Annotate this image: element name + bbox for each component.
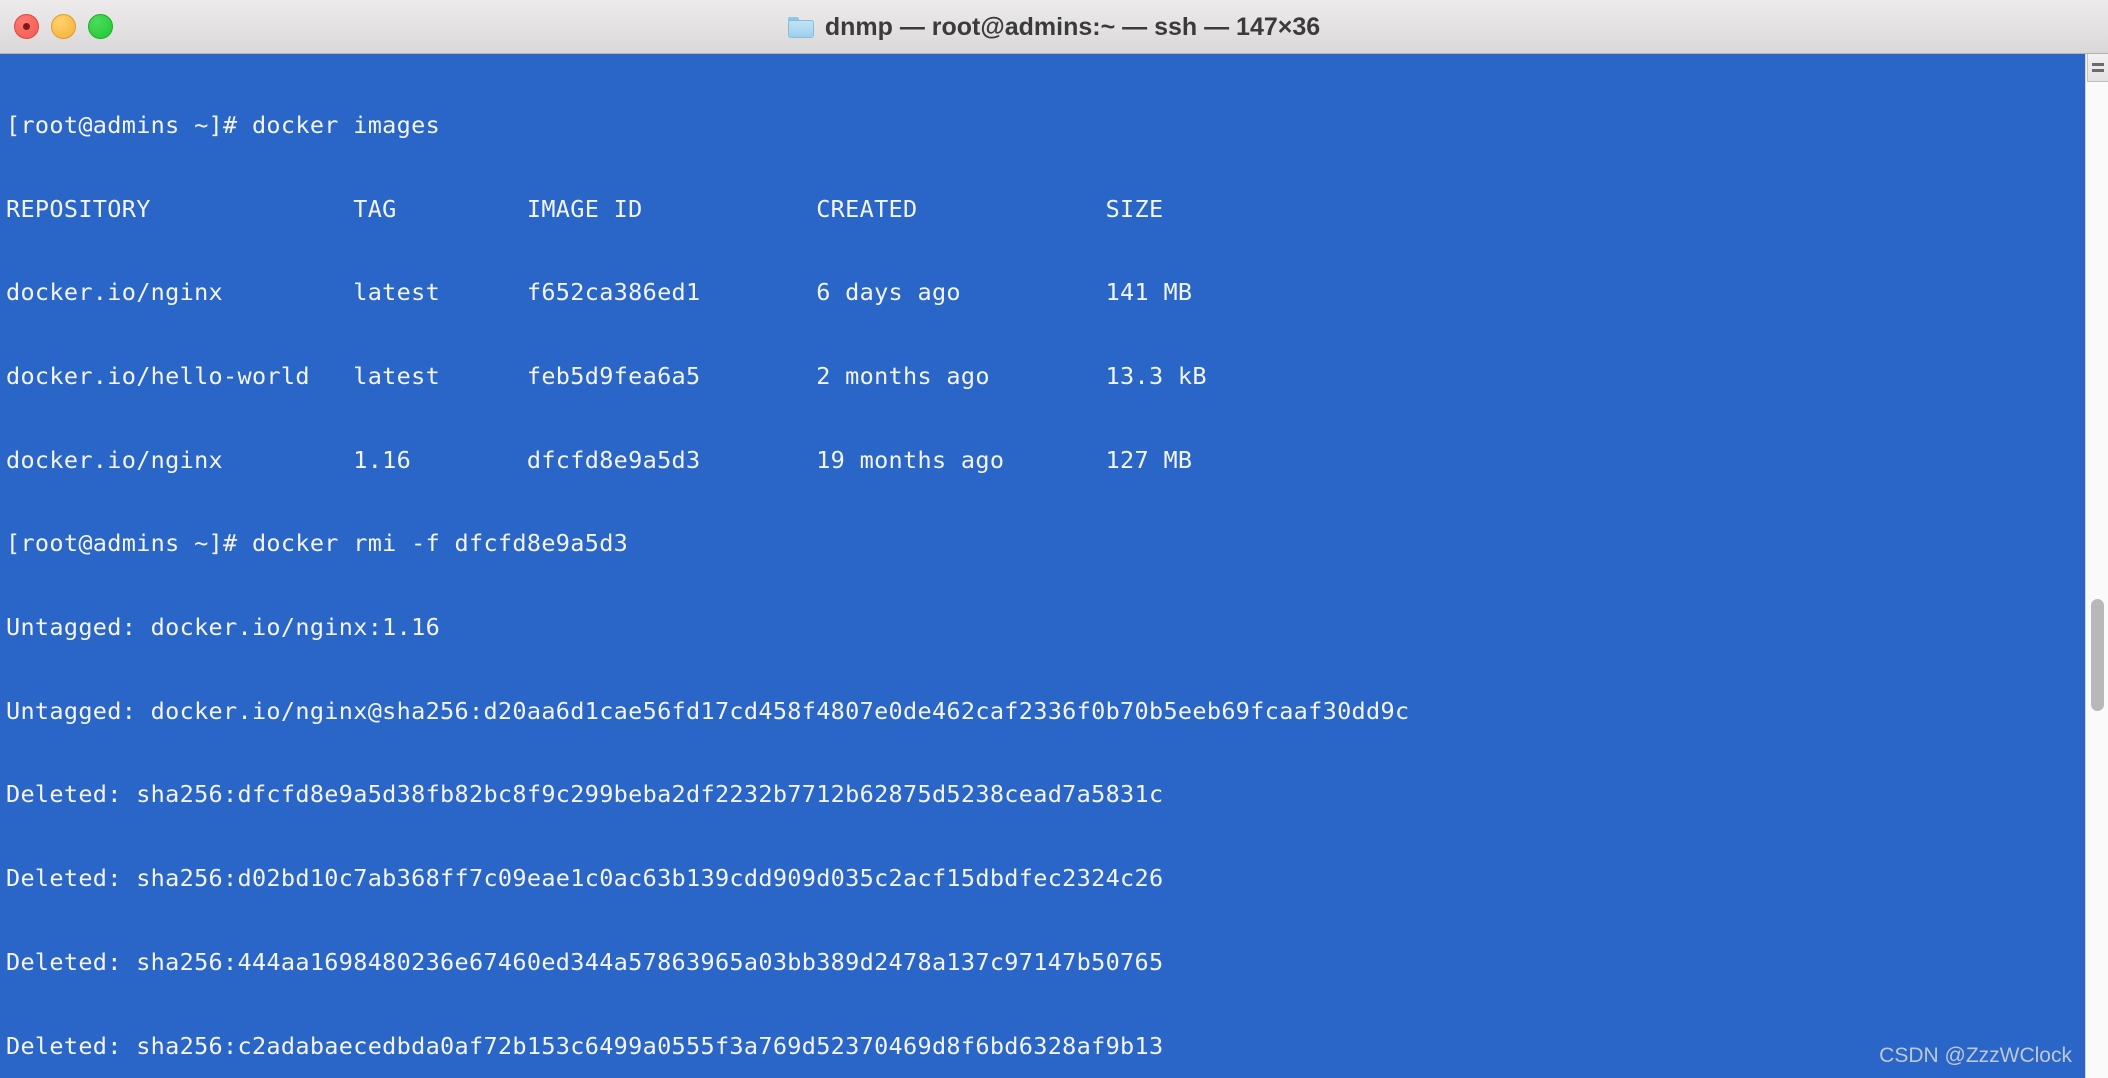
terminal-line: [root@admins ~]# docker images — [6, 110, 441, 139]
vertical-scrollbar[interactable] — [2085, 54, 2108, 1078]
terminal-line: Untagged: docker.io/nginx:1.16 — [6, 613, 441, 642]
terminal-line: Deleted: sha256:444aa1698480236e67460ed3… — [6, 947, 1164, 976]
terminal-line: Deleted: sha256:d02bd10c7ab368ff7c09eae1… — [6, 864, 1164, 893]
terminal-line: REPOSITORY TAG IMAGE ID CREATED SIZE — [6, 194, 1164, 223]
folder-icon — [787, 16, 814, 38]
window-controls — [14, 14, 113, 39]
close-window-button[interactable] — [14, 14, 39, 39]
terminal-line: Deleted: sha256:c2adabaecedbda0af72b153c… — [6, 1031, 1164, 1060]
terminal-line: Untagged: docker.io/nginx@sha256:d20aa6d… — [6, 696, 1410, 725]
terminal-line: docker.io/nginx 1.16 dfcfd8e9a5d3 19 mon… — [6, 445, 1193, 474]
terminal-window: dnmp — root@admins:~ — ssh — 147×36 [roo… — [0, 0, 2108, 1078]
minimize-window-button[interactable] — [51, 14, 76, 39]
title-bar[interactable]: dnmp — root@admins:~ — ssh — 147×36 — [0, 0, 2108, 54]
window-title: dnmp — root@admins:~ — ssh — 147×36 — [824, 12, 1321, 41]
title-bar-center: dnmp — root@admins:~ — ssh — 147×36 — [0, 0, 2108, 54]
terminal-line: docker.io/hello-world latest feb5d9fea6a… — [6, 361, 1207, 390]
terminal-line: [root@admins ~]# docker rmi -f dfcfd8e9a… — [6, 529, 629, 558]
maximize-window-button[interactable] — [88, 14, 113, 39]
terminal-screen: [root@admins ~]# docker images REPOSITOR… — [6, 56, 1409, 1078]
terminal-output-area[interactable]: [root@admins ~]# docker images REPOSITOR… — [0, 54, 2085, 1078]
terminal-line: Deleted: sha256:dfcfd8e9a5d38fb82bc8f9c2… — [6, 780, 1164, 809]
scrollbar-thumb[interactable] — [2091, 599, 2104, 711]
terminal-line: docker.io/nginx latest f652ca386ed1 6 da… — [6, 278, 1193, 307]
watermark: CSDN @ZzzWClock — [1879, 1044, 2072, 1067]
scroll-options-icon[interactable] — [2087, 54, 2108, 82]
